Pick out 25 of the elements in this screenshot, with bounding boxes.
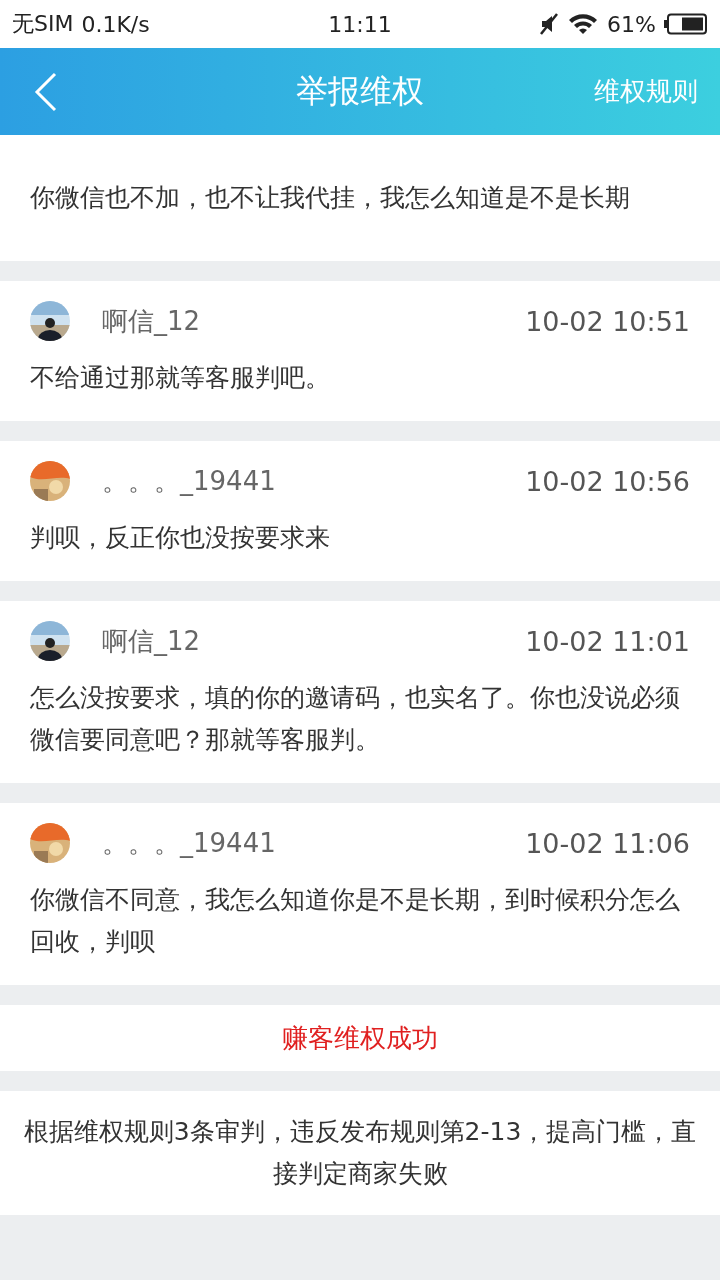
user-name: 。。。_19441 (102, 826, 276, 860)
message-text: 你微信也不加，也不让我代挂，我怎么知道是不是长期 (30, 182, 631, 214)
user-name: 啊信_12 (102, 624, 201, 658)
battery-icon (664, 13, 708, 35)
timestamp: 10-02 10:51 (525, 305, 690, 337)
back-icon[interactable] (34, 71, 58, 112)
message-text: 怎么没按要求，填的你的邀请码，也实名了。你也没说必须微信要同意吧？那就等客服判。 (30, 682, 681, 756)
network-speed: 0.1K/s (81, 11, 150, 37)
rules-link[interactable]: 维权规则 (594, 74, 698, 109)
message-text: 判呗，反正你也没按要求来 (30, 522, 331, 554)
mute-icon (539, 13, 560, 35)
battery-percent: 61% (607, 11, 656, 37)
message-text: 你微信不同意，我怎么知道你是不是长期，到时候积分怎么回收，判呗 (30, 884, 681, 958)
result-text: 赚客维权成功 (282, 1021, 438, 1055)
carrier: 无SIM (12, 10, 74, 38)
clock: 11:11 (327, 11, 393, 37)
user-name: 。。。_19441 (102, 464, 276, 498)
user-name: 啊信_12 (102, 304, 201, 338)
verdict-text: 根据维权规则3条审判，违反发布规则第2-13，提高门槛，直接判定商家失败 (23, 1117, 697, 1188)
timestamp: 10-02 10:56 (525, 465, 690, 497)
timestamp: 10-02 11:01 (525, 625, 690, 657)
message-text: 不给通过那就等客服判吧。 (30, 362, 331, 394)
wifi-icon (567, 13, 600, 35)
timestamp: 10-02 11:06 (525, 827, 690, 859)
page-title: 举报维权 (295, 70, 425, 112)
